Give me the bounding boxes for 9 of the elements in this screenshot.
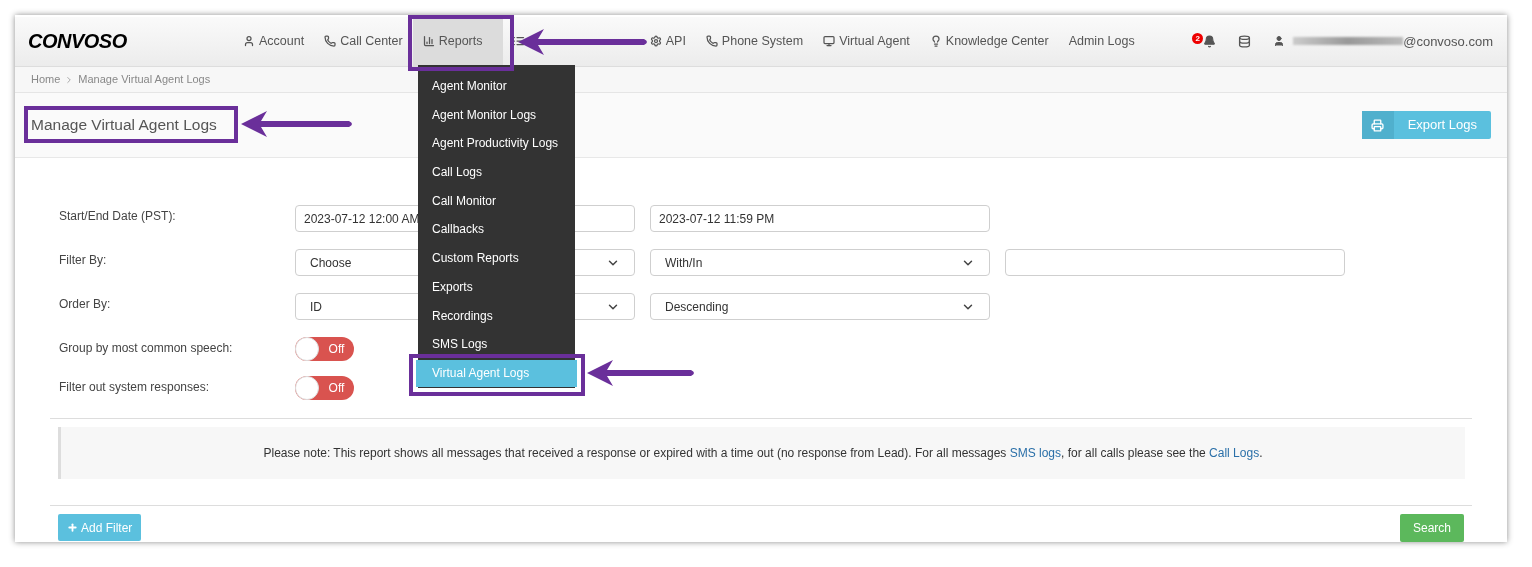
form-label: Filter By: <box>58 252 108 269</box>
page-title: Manage Virtual Agent Logs <box>31 114 217 135</box>
form-label: Group by most common speech: <box>58 340 234 357</box>
breadcrumb-item: Manage Virtual Agent Logs <box>78 72 211 88</box>
form-label: Filter out system responses: <box>58 379 211 396</box>
notification-count: 2 <box>1192 33 1204 45</box>
note-text: Please note: This report shows all messages that received a response or expired with a time out (no response from Lead). For all messages SMS logs, for all calls please see the Call Logs. <box>263 445 1263 462</box>
form-label: Start/End Date (PST): <box>58 208 177 225</box>
form-label: Order By: <box>58 296 112 313</box>
